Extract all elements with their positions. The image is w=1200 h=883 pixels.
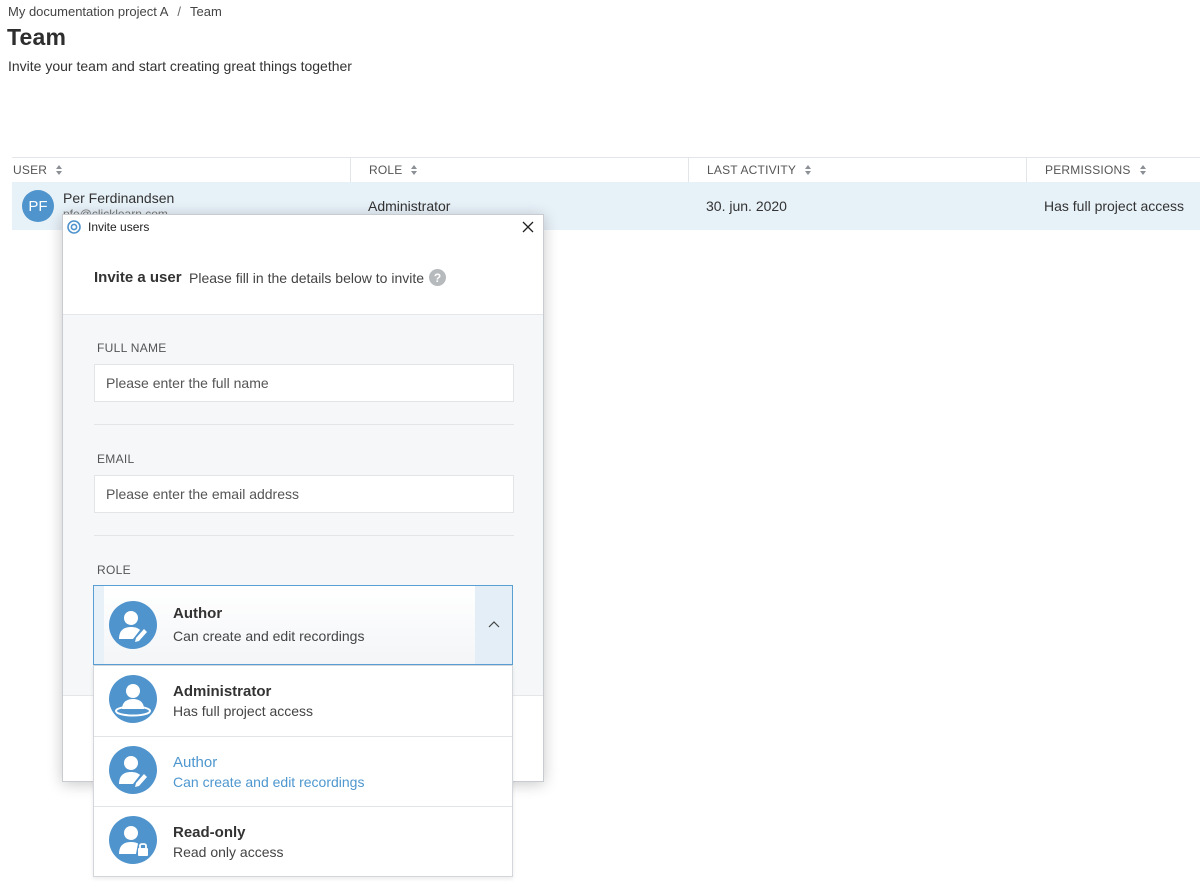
divider xyxy=(94,424,514,425)
role-option-description: Has full project access xyxy=(173,703,314,719)
chevron-up-icon xyxy=(488,621,499,628)
app-logo-icon xyxy=(67,220,81,234)
column-header-permissions[interactable]: PERMISSIONS xyxy=(1026,158,1200,182)
user-last-activity: 30. jun. 2020 xyxy=(706,198,787,214)
selected-role-description: Can create and edit recordings xyxy=(173,628,365,644)
role-option-description: Can create and edit recordings xyxy=(173,774,365,790)
author-user-icon xyxy=(109,746,157,794)
avatar: PF xyxy=(22,190,54,222)
divider xyxy=(94,535,514,536)
role-select[interactable]: Author Can create and edit recordings xyxy=(93,585,513,665)
role-option-title: Author xyxy=(173,754,218,771)
selected-role-title: Author xyxy=(173,605,223,622)
page-title: Team xyxy=(7,24,67,50)
readonly-user-icon xyxy=(109,816,157,864)
sort-icon[interactable] xyxy=(56,164,64,176)
sort-icon[interactable] xyxy=(1139,164,1148,176)
dialog-header: Invite a user Please fill in the details… xyxy=(63,239,543,315)
breadcrumb-separator: / xyxy=(177,4,182,19)
dialog-heading: Invite a user xyxy=(94,269,182,286)
full-name-input[interactable] xyxy=(94,364,514,402)
role-label: ROLE xyxy=(97,563,131,577)
column-header-user[interactable]: USER xyxy=(12,158,350,182)
team-table-header: USER ROLE LAST ACTIVITY PERMISSIONS xyxy=(12,157,1200,182)
page-subtitle: Invite your team and start creating grea… xyxy=(8,58,352,74)
role-option-author[interactable]: Author Can create and edit recordings xyxy=(94,736,512,806)
dialog-heading-hint: Please fill in the details below to invi… xyxy=(189,270,425,286)
role-option-title: Administrator xyxy=(173,683,272,700)
breadcrumb-project-link[interactable]: My documentation project A xyxy=(8,4,168,19)
full-name-label: FULL NAME xyxy=(97,341,167,355)
role-option-administrator[interactable]: Administrator Has full project access xyxy=(94,666,512,736)
select-accent-strip xyxy=(94,586,104,664)
column-header-role[interactable]: ROLE xyxy=(350,158,688,182)
sort-icon[interactable] xyxy=(411,164,419,176)
help-icon[interactable]: ? xyxy=(429,269,446,286)
breadcrumb-current: Team xyxy=(190,4,222,19)
user-name: Per Ferdinandsen xyxy=(63,190,175,206)
dialog-window-title: Invite users xyxy=(88,220,150,234)
role-option-description: Read only access xyxy=(173,844,284,860)
close-icon[interactable] xyxy=(519,218,537,236)
email-input[interactable] xyxy=(94,475,514,513)
user-permissions: Has full project access xyxy=(1044,198,1185,214)
breadcrumb: My documentation project A / Team xyxy=(8,4,222,19)
column-header-last-activity[interactable]: LAST ACTIVITY xyxy=(688,158,1026,182)
role-option-read-only[interactable]: Read-only Read only access xyxy=(94,806,512,876)
select-toggle-button[interactable] xyxy=(475,586,512,664)
sort-icon[interactable] xyxy=(805,164,813,176)
role-option-title: Read-only xyxy=(173,824,246,841)
dialog-titlebar: Invite users xyxy=(63,215,543,239)
role-dropdown-list: Administrator Has full project access Au… xyxy=(93,665,513,877)
admin-user-icon xyxy=(109,675,157,723)
author-user-icon xyxy=(109,601,157,649)
email-label: EMAIL xyxy=(97,452,135,466)
